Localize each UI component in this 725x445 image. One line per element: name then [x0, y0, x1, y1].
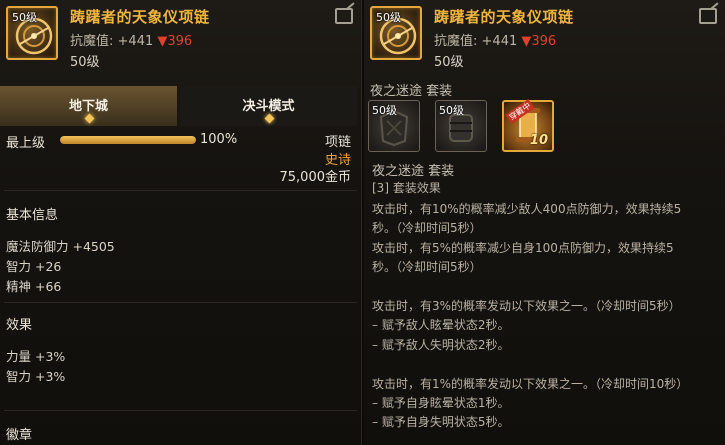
stat-line: 精神 +66: [6, 279, 62, 294]
resist-compare: ▼396: [521, 34, 557, 49]
necklace-item-icon[interactable]: 50级: [6, 6, 58, 60]
set-item-armor[interactable]: 50级: [368, 100, 420, 152]
level-badge: 50级: [372, 104, 397, 117]
level-badge: 50级: [12, 11, 37, 24]
item-tooltip-left: 50级 踌躇者的天象仪项链 抗魔值: +441 ▼396 50级 地下城 决斗模…: [0, 0, 362, 445]
set-effect-line: – 赋予敌人失明状态2秒。: [372, 337, 510, 352]
item-header: 50级 踌躇者的天象仪项链 抗魔值: +441 ▼396 50级: [364, 0, 725, 78]
level-badge: 50级: [376, 11, 401, 24]
mode-tabs: 地下城 决斗模式: [0, 86, 361, 126]
tab-pvp[interactable]: 决斗模式: [180, 86, 357, 126]
item-count: 10: [529, 133, 548, 148]
magic-resist-row: 抗魔值: +441 ▼396: [434, 30, 556, 49]
set-effect-line: 秒。（冷却时间5秒）: [372, 260, 482, 275]
max-level-label: 最上级: [6, 136, 46, 151]
resist-base: +441: [481, 34, 518, 49]
tab-diamond-icon: [264, 113, 274, 124]
magic-resist-row: 抗魔值: +441 ▼396: [70, 30, 192, 49]
resist-compare: ▼396: [157, 34, 193, 49]
stat-line: 力量 +3%: [6, 349, 66, 364]
set-effect-line: 攻击时，有5%的概率减少自身100点防御力，效果持续5: [372, 240, 674, 255]
item-tooltip-right: 50级 踌躇者的天象仪项链 抗魔值: +441 ▼396 50级 夜之迷途 套装…: [364, 0, 725, 445]
share-icon[interactable]: [335, 8, 353, 24]
item-level: 50级: [434, 55, 464, 70]
tab-diamond-icon: [84, 113, 94, 124]
item-title: 踌躇者的天象仪项链: [434, 8, 574, 26]
set-header: 夜之迷途 套装: [370, 84, 453, 99]
tab-label: 地下城: [68, 99, 108, 114]
set-effect-line: 秒。（冷却时间5秒）: [372, 221, 482, 236]
level-badge: 50级: [439, 104, 464, 117]
share-icon[interactable]: [699, 8, 717, 24]
item-price: 75,000金币: [279, 170, 352, 185]
resist-label: 抗魔值:: [434, 34, 478, 49]
item-header: 50级 踌躇者的天象仪项链 抗魔值: +441 ▼396 50级: [0, 0, 361, 78]
section-title-effect: 效果: [6, 318, 33, 333]
set-effect-title: [3] 套装效果: [372, 181, 441, 195]
progress-fill: [60, 136, 196, 144]
stat-line: 智力 +3%: [6, 369, 66, 384]
item-type: 项链: [324, 135, 351, 150]
resist-label: 抗魔值:: [70, 34, 114, 49]
divider: [4, 410, 357, 411]
set-effect-line: 攻击时，有10%的概率减少敌人400点防御力，效果持续5: [372, 202, 682, 216]
set-name: 夜之迷途 套装: [372, 164, 455, 179]
set-effect-line: 攻击时，有1%的概率发动以下效果之一。（冷却时间10秒）: [372, 376, 689, 391]
resist-base: +441: [117, 34, 154, 49]
section-title-emblem: 徽章: [6, 428, 33, 443]
item-title: 踌躇者的天象仪项链: [70, 8, 210, 26]
set-effect-line: 攻击时，有3%的概率发动以下效果之一。（冷却时间5秒）: [372, 299, 681, 313]
set-item-gauntlet[interactable]: 50级: [435, 100, 487, 152]
upgrade-progress-bar: [60, 136, 196, 144]
tab-dungeon[interactable]: 地下城: [0, 86, 177, 126]
progress-text: 100%: [200, 132, 238, 147]
tab-label: 决斗模式: [242, 99, 295, 114]
item-level: 50级: [70, 55, 100, 70]
divider: [4, 190, 357, 191]
set-item-scroll[interactable]: 穿戴中 10: [502, 98, 554, 152]
divider: [4, 302, 357, 303]
necklace-item-icon[interactable]: 50级: [370, 6, 422, 60]
stat-line: 魔法防御力 +4505: [6, 239, 115, 254]
stat-line: 智力 +26: [6, 259, 62, 274]
set-effect-line: – 赋予自身眩晕状态1秒。: [372, 396, 510, 410]
set-effect-line: – 赋予自身失明状态5秒。: [372, 415, 510, 430]
section-title-basic: 基本信息: [6, 208, 59, 223]
set-effect-line: – 赋予敌人眩晕状态2秒。: [372, 318, 510, 333]
